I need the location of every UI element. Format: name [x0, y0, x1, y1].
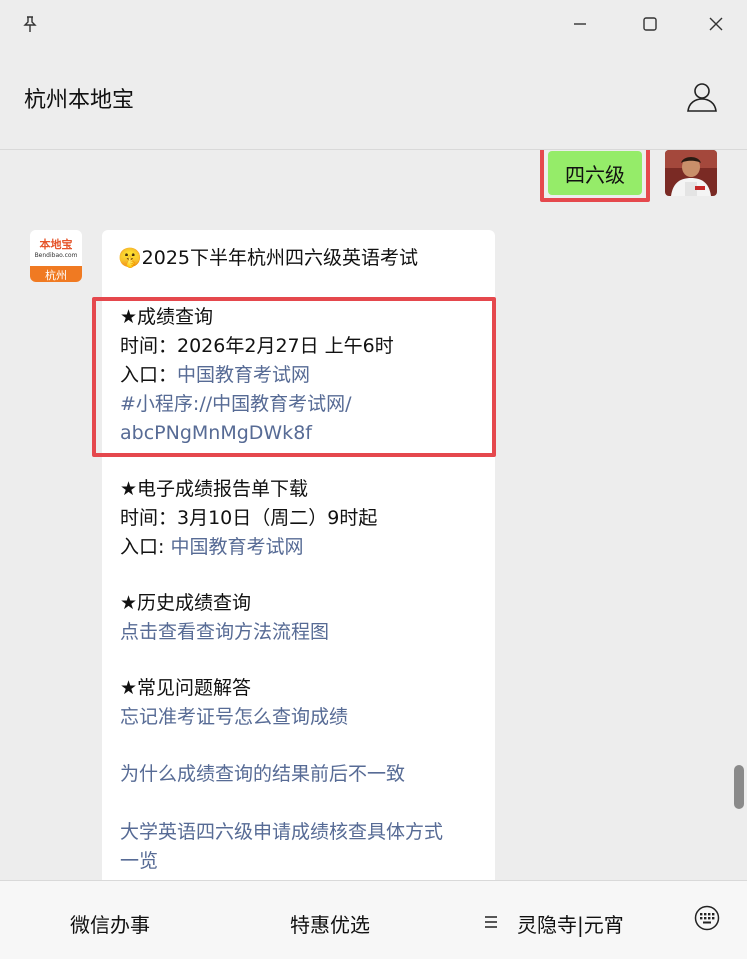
bot-logo-domain: Bendibao.com	[34, 252, 78, 259]
chat-header: 杭州本地宝	[0, 48, 747, 150]
faq-link-inconsistent[interactable]: 为什么成绩查询的结果前后不一致	[120, 760, 405, 789]
report-download-time: 时间：3月10日（周二）9时起	[120, 507, 378, 529]
keyboard-icon[interactable]	[694, 905, 720, 936]
menu-item-lingyin-lantern[interactable]: 灵隐寺|元宵	[517, 909, 624, 938]
faq-link-forgot-id[interactable]: 忘记准考证号怎么查询成绩	[120, 703, 348, 732]
minimize-icon[interactable]	[566, 10, 594, 38]
window-titlebar	[0, 0, 747, 48]
score-query-highlight	[92, 297, 496, 457]
menu-lines-icon	[484, 911, 498, 935]
neea-link[interactable]: 中国教育考试网	[170, 536, 303, 558]
menu-item-deals[interactable]: 特惠优选	[290, 909, 370, 938]
bot-logo-text: 本地宝	[39, 238, 73, 251]
bottom-menu: 微信办事 特惠优选 灵隐寺|元宵	[0, 880, 747, 959]
sent-message[interactable]: 四六级	[548, 151, 642, 195]
bot-logo-city: 杭州	[45, 269, 67, 282]
report-download-heading: ★电子成绩报告单下载	[120, 478, 309, 500]
my-avatar[interactable]	[665, 150, 717, 196]
close-icon[interactable]	[702, 10, 730, 38]
faq-heading: ★常见问题解答	[120, 677, 252, 699]
chat-area[interactable]: 四六级 本地宝 Bendibao.com 杭州 🤫2025下半年杭州四六级英语考…	[0, 150, 747, 880]
faq-link-recheck[interactable]: 大学英语四六级申请成绩核查具体方式	[120, 818, 443, 847]
chat-scrollbar[interactable]	[734, 765, 744, 809]
chat-title: 杭州本地宝	[24, 88, 135, 113]
history-flowchart-link[interactable]: 点击查看查询方法流程图	[120, 618, 329, 647]
faq-link-recheck-cont[interactable]: 一览	[120, 847, 158, 876]
menu-item-wechat-services[interactable]: 微信办事	[70, 909, 150, 938]
shush-emoji-icon: 🤫	[118, 247, 142, 269]
user-profile-icon[interactable]	[685, 80, 719, 114]
entry-label: 入口:	[120, 536, 171, 558]
bot-avatar[interactable]: 本地宝 Bendibao.com 杭州	[30, 230, 82, 282]
report-download-entry: 入口: 中国教育考试网	[120, 533, 303, 562]
pin-icon[interactable]	[16, 10, 44, 38]
reply-title-row: 🤫2025下半年杭州四六级英语考试	[118, 244, 418, 273]
maximize-icon[interactable]	[636, 10, 664, 38]
reply-title: 2025下半年杭州四六级英语考试	[141, 247, 419, 269]
history-query-heading: ★历史成绩查询	[120, 592, 252, 614]
sent-message-highlight: 四六级	[540, 150, 650, 202]
